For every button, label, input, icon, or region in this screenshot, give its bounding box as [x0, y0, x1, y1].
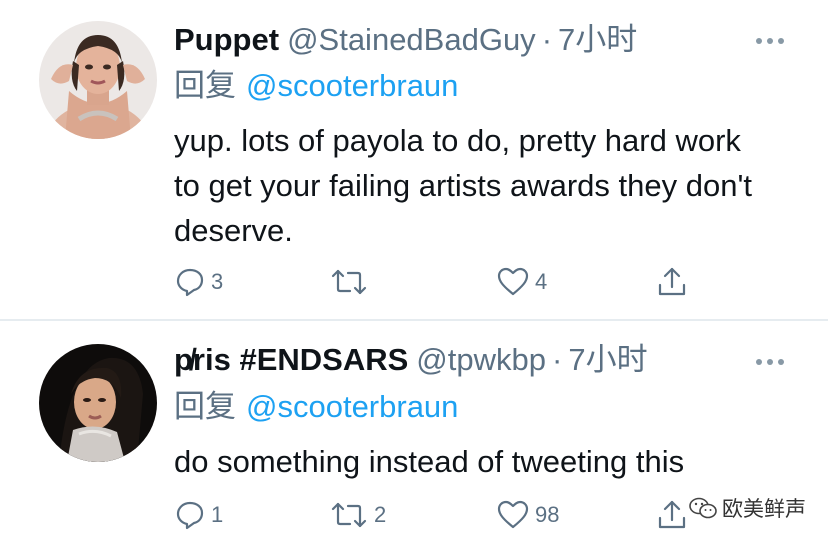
tweet-actions: 3 4: [0, 264, 828, 300]
reply-button[interactable]: 1: [175, 497, 223, 533]
share-button[interactable]: [656, 264, 688, 300]
tweet-text: yup. lots of payola to do, pretty hard w…: [174, 123, 752, 248]
retweet-button[interactable]: 2: [330, 497, 386, 533]
like-button[interactable]: 4: [497, 264, 547, 300]
user-handle[interactable]: @StainedBadGuy: [287, 22, 536, 57]
like-count: 4: [535, 269, 548, 294]
heart-icon: [497, 267, 529, 296]
reply-count: 1: [211, 502, 224, 527]
reply-prefix: 回复: [174, 389, 236, 424]
retweet-count: 2: [374, 502, 387, 527]
more-dots-icon[interactable]: [755, 36, 785, 46]
comment-icon: [176, 501, 204, 530]
avatar-photo: [39, 344, 157, 462]
reply-mention-link[interactable]: @scooterbraun: [246, 389, 458, 424]
retweet-button[interactable]: [330, 264, 374, 300]
reply-count: 3: [211, 269, 224, 294]
tweet-text: do something instead of tweeting this: [174, 444, 685, 479]
separator-dot: ·: [552, 342, 563, 377]
watermark: 欧美鲜声: [688, 493, 806, 523]
user-handle[interactable]: @tpwkbp: [416, 342, 546, 377]
replying-to: 回复 @scooterbraun: [174, 66, 458, 106]
share-icon: [658, 267, 686, 296]
tweet[interactable]: Puppet @StainedBadGuy · 7小时 回复 @scooterbraun…: [0, 0, 828, 319]
separator-dot: ·: [541, 22, 553, 57]
tweet-header: Puppet @StainedBadGuy · 7小时: [174, 20, 637, 60]
reply-mention-link[interactable]: @scooterbraun: [246, 68, 458, 103]
watermark-text: 欧美鲜声: [722, 498, 806, 521]
timestamp[interactable]: 7小时: [558, 22, 637, 57]
timestamp[interactable]: 7小时: [568, 342, 647, 377]
like-count: 98: [535, 502, 560, 527]
comment-icon: [176, 268, 204, 297]
more-dots-icon[interactable]: [755, 357, 785, 367]
display-name[interactable]: Puppet: [174, 22, 279, 57]
avatar[interactable]: [39, 21, 157, 139]
retweet-icon: [331, 269, 367, 295]
tweet-header: p̸ris #ENDSARS @tpwkbp · 7小时: [174, 340, 648, 380]
avatar[interactable]: [39, 344, 157, 462]
heart-icon: [497, 500, 529, 529]
display-name[interactable]: p̸ris #ENDSARS: [174, 342, 408, 377]
wechat-icon: [689, 497, 717, 519]
share-button[interactable]: [656, 497, 688, 533]
share-icon: [658, 500, 686, 529]
reply-button[interactable]: 3: [175, 264, 223, 300]
reply-prefix: 回复: [174, 68, 236, 103]
like-button[interactable]: 98: [497, 497, 559, 533]
retweet-icon: [331, 502, 367, 528]
avatar-photo: [39, 21, 157, 139]
replying-to: 回复 @scooterbraun: [174, 387, 458, 427]
